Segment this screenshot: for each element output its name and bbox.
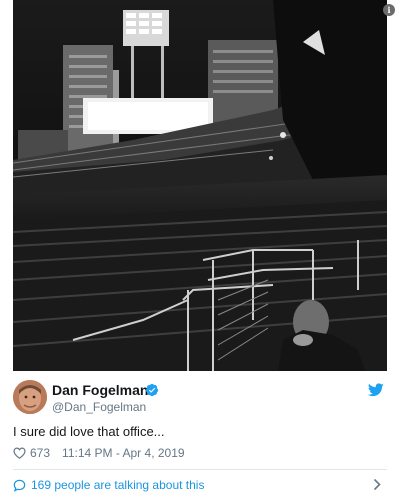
speech-bubble-icon: [13, 479, 26, 492]
verified-badge-icon: [145, 383, 159, 397]
like-count[interactable]: 673: [30, 446, 50, 460]
divider: [13, 469, 387, 470]
author-handle[interactable]: @Dan_Fogelman: [52, 400, 146, 414]
stadium-image: [13, 0, 387, 371]
conversation-label: 169 people are talking about this: [31, 478, 205, 492]
info-icon[interactable]: i: [383, 4, 395, 16]
heart-icon[interactable]: [13, 447, 26, 459]
avatar[interactable]: [13, 380, 47, 414]
conversation-link[interactable]: 169 people are talking about this: [13, 477, 204, 493]
tweet-meta: 673 11:14 PM - Apr 4, 2019: [13, 446, 185, 460]
author-display-name[interactable]: Dan Fogelman: [52, 382, 148, 398]
embedded-tweet-card: i Dan Fogelman @Dan_Fogelman I sure did …: [0, 0, 400, 499]
tweet-text: I sure did love that office...: [13, 424, 165, 439]
tweet-photo[interactable]: [13, 0, 387, 371]
tweet-timestamp[interactable]: 11:14 PM - Apr 4, 2019: [62, 446, 185, 460]
chevron-right-icon[interactable]: [373, 478, 381, 491]
twitter-bird-icon[interactable]: [368, 383, 384, 397]
